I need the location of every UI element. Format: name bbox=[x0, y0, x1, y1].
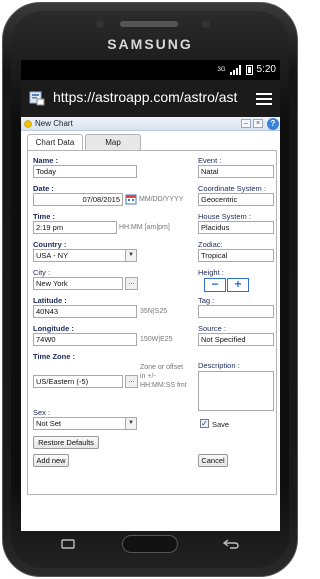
clock: 5:20 bbox=[256, 64, 276, 75]
longitude-field[interactable]: 74W0 bbox=[33, 333, 137, 346]
sex-label: Sex : bbox=[33, 408, 51, 417]
dialog-title: New Chart bbox=[35, 119, 73, 128]
latitude-format-hint: 35N|S25 bbox=[140, 308, 168, 315]
sex-value: Not Set bbox=[36, 419, 62, 428]
status-bar: 3G 5:20 bbox=[21, 60, 280, 80]
country-select[interactable]: USA - NY ▼ bbox=[33, 249, 137, 262]
source-field[interactable]: Not Specified bbox=[198, 333, 274, 346]
date-label: Date : bbox=[33, 184, 54, 193]
minimize-button[interactable]: – bbox=[241, 119, 251, 128]
site-icon bbox=[29, 91, 45, 106]
help-button[interactable]: ? bbox=[267, 118, 279, 130]
time-label: Time : bbox=[33, 212, 55, 221]
tab-map[interactable]: Map bbox=[85, 134, 141, 150]
sex-select[interactable]: Not Set ▼ bbox=[33, 417, 137, 430]
new-chart-dialog: New Chart – × ? Chart Data Map Name : To… bbox=[21, 117, 280, 531]
zodiac-label: Zodiac: bbox=[198, 240, 223, 249]
recent-apps-icon[interactable] bbox=[60, 538, 76, 550]
save-label: Save bbox=[212, 420, 230, 429]
chart-app-icon bbox=[24, 120, 32, 128]
country-value: USA - NY bbox=[36, 251, 69, 260]
name-label: Name : bbox=[33, 156, 59, 165]
event-field[interactable]: Natal bbox=[198, 165, 274, 178]
zodiac-field[interactable]: Tropical bbox=[198, 249, 274, 262]
browser-url-bar: https://astroapp.com/astro/ast bbox=[21, 80, 280, 117]
add-new-button[interactable]: Add new bbox=[33, 454, 69, 467]
battery-icon bbox=[245, 64, 253, 75]
coordinate-system-label: Coordinate System : bbox=[198, 184, 266, 193]
phone-screen: 3G 5:20 https://astroapp.com/astro/ast N… bbox=[21, 60, 280, 531]
tab-chart-data[interactable]: Chart Data bbox=[27, 134, 83, 151]
time-field[interactable]: 2:19 pm bbox=[33, 221, 117, 234]
city-field[interactable]: New York bbox=[33, 277, 123, 290]
earpiece-speaker bbox=[120, 21, 178, 27]
front-camera bbox=[202, 20, 210, 28]
house-system-field[interactable]: Placidus bbox=[198, 221, 274, 234]
calendar-icon[interactable] bbox=[125, 193, 137, 205]
latitude-label: Latitude : bbox=[33, 296, 67, 305]
url-text[interactable]: https://astroapp.com/astro/ast bbox=[53, 89, 245, 109]
timezone-lookup-button[interactable]: ... bbox=[125, 375, 138, 388]
house-system-label: House System : bbox=[198, 212, 251, 221]
event-label: Event : bbox=[198, 156, 222, 165]
network-type: 3G bbox=[217, 66, 226, 73]
country-label: Country : bbox=[33, 240, 67, 249]
height-decrease-button[interactable]: − bbox=[204, 278, 226, 292]
chart-data-panel: Name : Today Date : 07/08/2015 MM/DD/YYY… bbox=[27, 150, 277, 495]
chevron-down-icon: ▼ bbox=[125, 418, 136, 429]
name-field[interactable]: Today bbox=[33, 165, 137, 178]
height-increase-button[interactable]: + bbox=[227, 278, 249, 292]
device-brand: SAMSUNG bbox=[107, 36, 193, 52]
longitude-label: Longitude : bbox=[33, 324, 74, 333]
timezone-field[interactable]: US/Eastern (-5) bbox=[33, 375, 123, 388]
description-field[interactable] bbox=[198, 371, 274, 411]
tag-label: Tag : bbox=[198, 296, 215, 305]
signal-icon bbox=[229, 64, 242, 75]
tag-field[interactable] bbox=[198, 305, 274, 318]
menu-icon[interactable] bbox=[256, 93, 272, 105]
dialog-titlebar: New Chart – × ? bbox=[21, 117, 280, 131]
cancel-button[interactable]: Cancel bbox=[198, 454, 228, 467]
back-icon[interactable] bbox=[222, 538, 240, 550]
height-label: Height : bbox=[198, 268, 224, 277]
front-sensor bbox=[96, 20, 104, 28]
latitude-field[interactable]: 40N43 bbox=[33, 305, 137, 318]
description-label: Description : bbox=[198, 361, 240, 370]
longitude-format-hint: 150W|E25 bbox=[140, 336, 173, 343]
time-format-hint: HH:MM [am|pm] bbox=[119, 224, 170, 231]
coordinate-system-field[interactable]: Geocentric bbox=[198, 193, 274, 206]
timezone-label: Time Zone : bbox=[33, 352, 75, 361]
restore-defaults-button[interactable]: Restore Defaults bbox=[33, 436, 99, 449]
chevron-down-icon: ▼ bbox=[125, 250, 136, 261]
city-lookup-button[interactable]: ... bbox=[125, 277, 138, 290]
date-format-hint: MM/DD/YYYY bbox=[139, 196, 184, 203]
close-button[interactable]: × bbox=[253, 119, 263, 128]
city-label: City : bbox=[33, 268, 51, 277]
save-checkbox[interactable]: ✓ bbox=[200, 419, 209, 428]
source-label: Source : bbox=[198, 324, 226, 333]
home-button[interactable] bbox=[122, 535, 178, 553]
date-field[interactable]: 07/08/2015 bbox=[33, 193, 123, 206]
timezone-format-hint: Zone or offset in +/- HH:MM:SS fmt bbox=[140, 364, 187, 389]
